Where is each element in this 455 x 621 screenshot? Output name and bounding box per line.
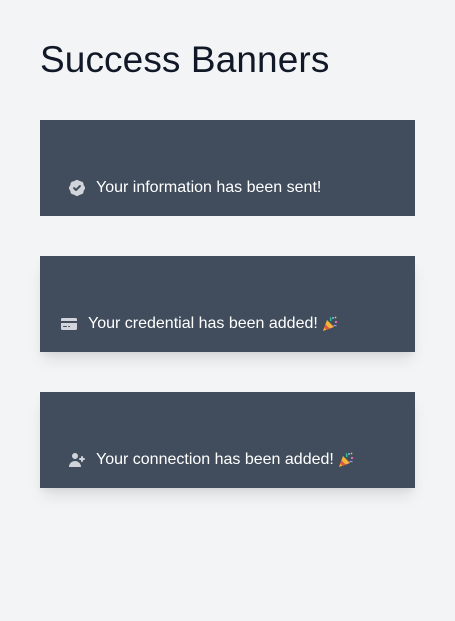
party-popper-icon [321, 315, 339, 333]
user-add-icon [66, 449, 88, 471]
banner-content: Your information has been sent! [66, 176, 321, 200]
party-popper-icon [337, 451, 355, 469]
banner-content: Your credential has been added! [58, 312, 339, 336]
banner-message: Your information has been sent! [96, 179, 322, 196]
badge-check-icon [66, 177, 88, 199]
success-banner-information-sent: Your information has been sent! [40, 120, 415, 216]
success-banner-connection-added: Your connection has been added! [40, 392, 415, 488]
page: Success Banners Your information has bee… [0, 0, 455, 621]
banner-content: Your connection has been added! [66, 448, 355, 472]
credit-card-icon [58, 313, 80, 335]
banner-message: Your connection has been added! [96, 451, 334, 468]
success-banner-credential-added: Your credential has been added! [40, 256, 415, 352]
banner-message: Your credential has been added! [88, 315, 318, 332]
page-title: Success Banners [40, 39, 330, 80]
